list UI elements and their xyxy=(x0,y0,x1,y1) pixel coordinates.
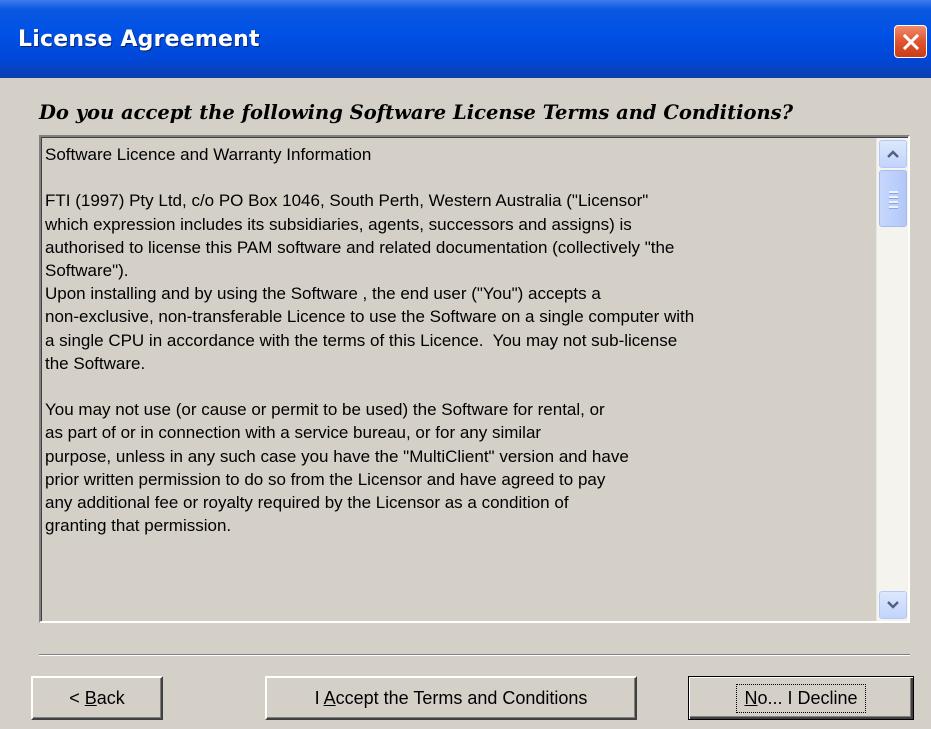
license-line: a single CPU in accordance with the term… xyxy=(45,330,678,350)
license-line: Upon installing and by using the Softwar… xyxy=(45,284,601,304)
license-line: any additional fee or royalty required b… xyxy=(45,493,569,513)
scroll-thumb[interactable] xyxy=(879,170,907,227)
accept-button-label: I Accept the Terms and Conditions xyxy=(314,687,588,708)
license-text-box[interactable]: Software Licence and Warranty Informatio… xyxy=(39,135,910,623)
license-line: Software Licence and Warranty Informatio… xyxy=(45,145,372,164)
title-bar[interactable]: License Agreement xyxy=(0,0,931,78)
back-button-label: < Back xyxy=(69,687,125,708)
chevron-up-icon xyxy=(887,150,899,158)
scroll-down-button[interactable] xyxy=(879,591,907,619)
license-line: granting that permission. xyxy=(45,516,232,536)
vertical-scrollbar[interactable] xyxy=(876,138,908,621)
license-line: prior written permission to do so from t… xyxy=(45,469,606,489)
back-button[interactable]: < Back xyxy=(31,676,163,720)
close-icon xyxy=(902,33,919,50)
close-button[interactable] xyxy=(894,25,927,58)
license-line: which expression includes its subsidiari… xyxy=(45,214,632,234)
decline-button[interactable]: No... I Decline xyxy=(688,676,914,720)
license-line: non-exclusive, non-transferable Licence … xyxy=(45,307,695,327)
license-line: the Software. xyxy=(45,353,146,373)
license-line: authorised to license this PAM software … xyxy=(45,237,675,257)
license-line: FTI (1997) Pty Ltd, c/o PO Box 1046, Sou… xyxy=(45,191,649,211)
separator xyxy=(39,654,910,656)
license-line: You may not use (or cause or permit to b… xyxy=(45,400,605,420)
decline-button-label: No... I Decline xyxy=(736,683,866,713)
window-title: License Agreement xyxy=(18,27,260,52)
license-text: Software Licence and Warranty Informatio… xyxy=(45,143,871,537)
scroll-up-button[interactable] xyxy=(879,140,907,168)
license-line: as part of or in connection with a servi… xyxy=(45,423,542,443)
license-dialog: License Agreement Do you accept the foll… xyxy=(0,0,931,729)
question-heading: Do you accept the following Software Lic… xyxy=(39,101,794,124)
accept-button[interactable]: I Accept the Terms and Conditions xyxy=(265,676,637,720)
license-line: Software"). xyxy=(45,261,129,281)
chevron-down-icon xyxy=(887,601,899,609)
license-line: purpose, unless in any such case you hav… xyxy=(45,446,629,466)
